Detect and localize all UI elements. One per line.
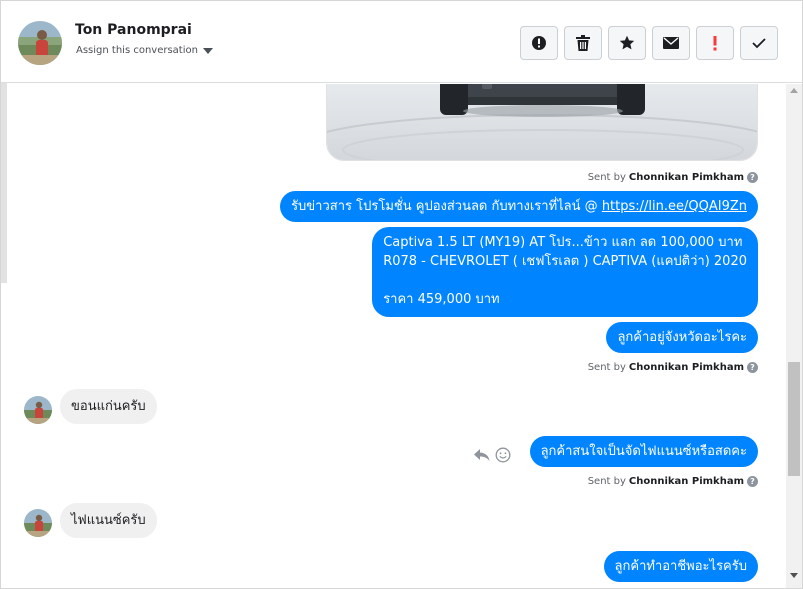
delete-button[interactable] — [564, 26, 602, 60]
contact-avatar-small[interactable] — [24, 509, 52, 537]
agent-name[interactable]: Chonnikan Pimkham — [629, 476, 744, 487]
exclamation-icon — [713, 36, 717, 51]
envelope-icon — [663, 37, 679, 49]
car-details-spacer — [383, 271, 747, 290]
promo-text: รับข่าวสาร โปรโมชั่น คูปองส่วนลด กับทางเ… — [291, 199, 602, 214]
finance-answer-text: ไฟแนนซ์ครับ — [71, 513, 146, 528]
sent-by-label: Sent by Chonnikan Pimkham ? — [588, 476, 758, 487]
car-details-price: ราคา 459,000 บาท — [383, 292, 500, 307]
message-thread: Sent by Chonnikan Pimkham ? รับข่าวสาร โ… — [1, 84, 786, 588]
contact-avatar-small[interactable] — [24, 396, 52, 424]
help-icon[interactable]: ? — [747, 476, 758, 487]
scroll-up-arrow-icon[interactable] — [790, 88, 798, 93]
sent-by-prefix: Sent by — [587, 362, 626, 373]
exclamation-circle-icon — [532, 36, 546, 50]
outgoing-message-job-question[interactable]: ลูกค้าทำอาชีพอะไรครับ — [603, 551, 758, 582]
conversation-toolbar — [520, 26, 778, 60]
sent-by-label: Sent by Chonnikan Pimkham ? — [588, 172, 758, 183]
outgoing-message-finance-question[interactable]: ลูกค้าสนใจเป็นจัดไฟแนนซ์หรือสดคะ — [529, 436, 758, 467]
chat-scrollbar[interactable] — [786, 84, 802, 588]
car-image-attachment[interactable] — [326, 84, 758, 161]
assign-conversation-dropdown[interactable]: Assign this conversation — [76, 45, 213, 56]
mark-unread-button[interactable] — [652, 26, 690, 60]
report-spam-button[interactable] — [520, 26, 558, 60]
outgoing-message-province-question[interactable]: ลูกค้าอยู่จังหวัดอะไรคะ — [606, 322, 758, 353]
mark-done-button[interactable] — [740, 26, 778, 60]
sent-by-prefix: Sent by — [587, 476, 626, 487]
trash-icon — [576, 35, 590, 51]
outgoing-message-car-details[interactable]: Captiva 1.5 LT (MY19) AT โปร...ข้าว แลก … — [372, 227, 758, 317]
emoji-reaction-icon[interactable] — [495, 447, 511, 463]
conversation-panel: Ton Panomprai Assign this conversation S… — [0, 0, 803, 589]
car-details-line-2: R078 - CHEVROLET ( เชฟโรเลต ) CAPTIVA (แ… — [383, 254, 747, 269]
follow-up-button[interactable] — [696, 26, 734, 60]
star-button[interactable] — [608, 26, 646, 60]
assign-label: Assign this conversation — [76, 45, 198, 56]
scroll-down-arrow-icon[interactable] — [790, 573, 798, 578]
province-question-text: ลูกค้าอยู่จังหวัดอะไรคะ — [617, 330, 747, 345]
caret-down-icon — [202, 47, 213, 54]
contact-avatar[interactable] — [18, 21, 62, 65]
checkmark-icon — [752, 38, 766, 49]
contact-name[interactable]: Ton Panomprai — [75, 22, 192, 38]
message-actions — [473, 447, 511, 463]
incoming-message-province-answer[interactable]: ขอนแก่นครับ — [60, 389, 157, 424]
agent-name[interactable]: Chonnikan Pimkham — [629, 172, 744, 183]
incoming-message-finance-answer[interactable]: ไฟแนนซ์ครับ — [60, 503, 157, 538]
outgoing-message-promo[interactable]: รับข่าวสาร โปรโมชั่น คูปองส่วนลด กับทางเ… — [280, 191, 758, 222]
car-details-line-1: Captiva 1.5 LT (MY19) AT โปร...ข้าว แลก … — [383, 235, 743, 250]
job-question-text: ลูกค้าทำอาชีพอะไรครับ — [614, 559, 747, 574]
province-answer-text: ขอนแก่นครับ — [71, 399, 146, 414]
scrollbar-thumb[interactable] — [788, 362, 800, 476]
reply-icon[interactable] — [473, 447, 491, 463]
agent-name[interactable]: Chonnikan Pimkham — [629, 362, 744, 373]
star-icon — [619, 35, 635, 50]
finance-question-text: ลูกค้าสนใจเป็นจัดไฟแนนซ์หรือสดคะ — [540, 444, 747, 459]
help-icon[interactable]: ? — [747, 362, 758, 373]
help-icon[interactable]: ? — [747, 172, 758, 183]
sent-by-prefix: Sent by — [587, 172, 626, 183]
line-link[interactable]: https://lin.ee/QQAI9Zn — [602, 199, 747, 214]
sent-by-label: Sent by Chonnikan Pimkham ? — [588, 362, 758, 373]
conversation-header: Ton Panomprai Assign this conversation — [1, 1, 802, 83]
